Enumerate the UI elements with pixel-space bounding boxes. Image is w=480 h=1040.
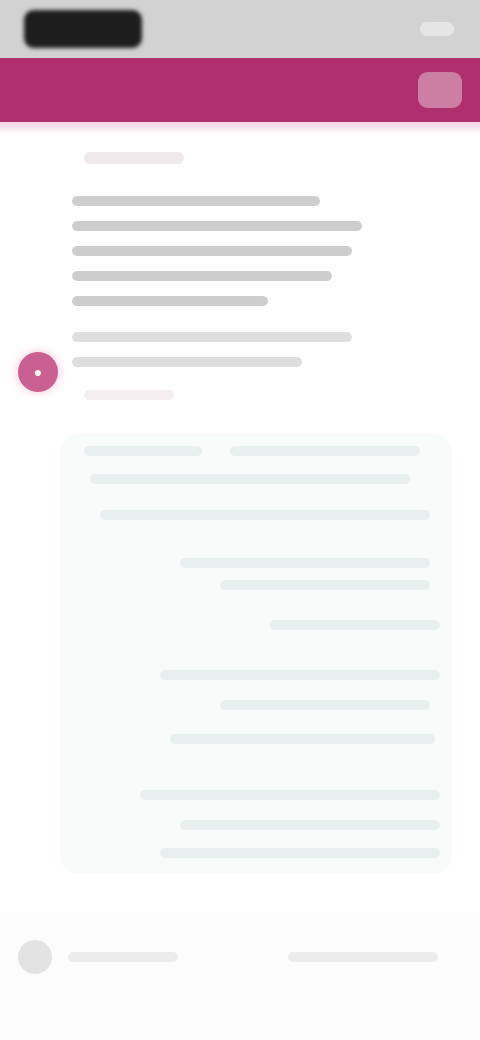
user-icon: ● — [33, 364, 43, 380]
panel-line — [140, 790, 440, 800]
message-bubble[interactable] — [72, 196, 392, 321]
app-header — [0, 58, 480, 122]
more-icon[interactable] — [418, 72, 462, 108]
message-meta — [84, 390, 174, 400]
message-bubble-secondary[interactable] — [72, 332, 392, 382]
panel-line — [84, 446, 202, 456]
text-line — [72, 357, 302, 367]
bottom-bar — [0, 912, 480, 1040]
text-line — [72, 246, 352, 256]
panel-line — [180, 558, 430, 568]
panel-line — [160, 670, 440, 680]
text-line — [72, 271, 332, 281]
panel-line — [180, 820, 440, 830]
bottom-avatar[interactable] — [18, 940, 52, 974]
message-label — [84, 152, 184, 164]
panel-line — [90, 474, 410, 484]
status-bar — [0, 0, 480, 58]
header-shadow — [0, 122, 480, 134]
avatar[interactable]: ● — [18, 352, 58, 392]
message-area: ● — [0, 134, 480, 904]
panel-line — [160, 848, 440, 858]
status-time — [24, 10, 142, 48]
text-line — [72, 296, 268, 306]
text-line — [72, 332, 352, 342]
text-line — [72, 221, 362, 231]
suggestion-panel[interactable] — [60, 434, 452, 874]
status-icons — [420, 22, 454, 36]
bottom-label — [68, 952, 178, 962]
bottom-right-label — [288, 952, 438, 962]
panel-line — [170, 734, 435, 744]
panel-line — [230, 446, 420, 456]
panel-line — [100, 510, 430, 520]
panel-line — [270, 620, 440, 630]
panel-line — [220, 580, 430, 590]
text-line — [72, 196, 320, 206]
panel-line — [220, 700, 430, 710]
